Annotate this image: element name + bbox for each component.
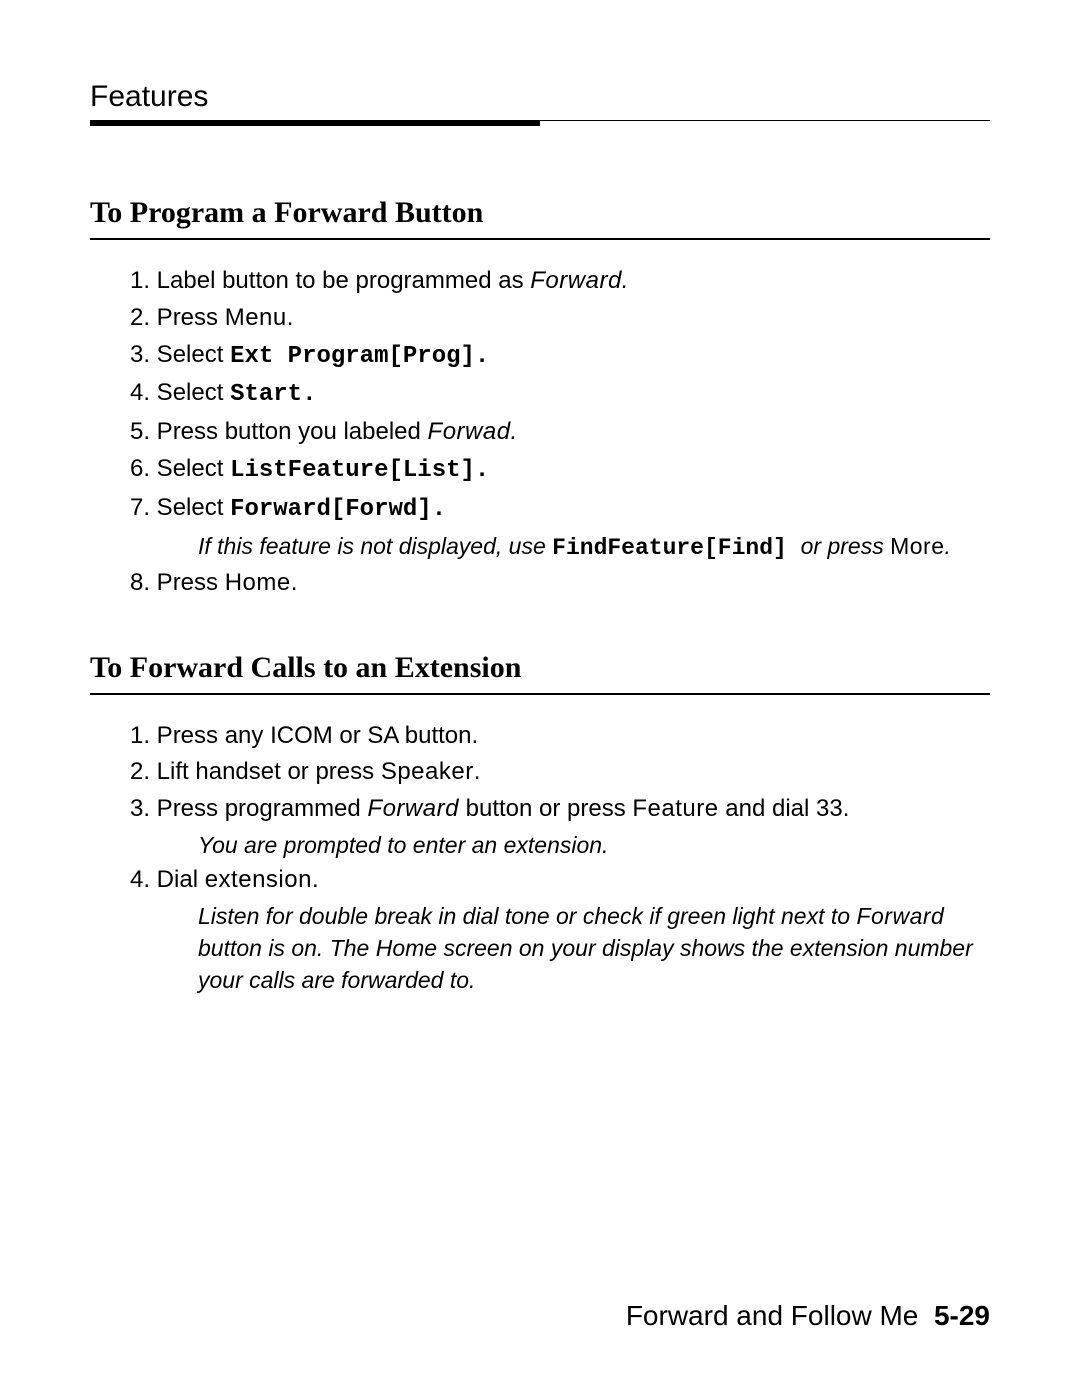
- list-item: 2. Lift handset or press Speaker.: [130, 755, 990, 790]
- footer-title: Forward and Follow Me: [626, 1300, 919, 1331]
- section-rule: [90, 238, 990, 240]
- list-item: 5. Press button you labeled Forwad.: [130, 415, 990, 450]
- list-item: 6. Select ListFeature[List].: [130, 452, 990, 489]
- list-item: 1. Press any ICOM or SA button.: [130, 719, 990, 754]
- steps-program-forward: 1. Label button to be programmed as Forw…: [130, 264, 990, 601]
- section-title-forward-extension: To Forward Calls to an Extension: [90, 651, 990, 685]
- steps-forward-extension: 1. Press any ICOM or SA button. 2. Lift …: [130, 719, 990, 997]
- list-item: 2. Press Menu.: [130, 301, 990, 336]
- page-footer: Forward and Follow Me 5-29: [626, 1300, 990, 1332]
- step-note: Listen for double break in dial tone or …: [164, 900, 990, 997]
- chapter-title: Features: [90, 80, 990, 114]
- list-item: 3. Press programmed Forward button or pr…: [130, 792, 990, 861]
- step-note: If this feature is not displayed, use Fi…: [164, 530, 990, 564]
- list-item: 3. Select Ext Program[Prog].: [130, 338, 990, 375]
- page-number: 5-29: [934, 1300, 990, 1331]
- list-item: 7. Select Forward[Forwd]. If this featur…: [130, 491, 990, 564]
- step-note: You are prompted to enter an extension.: [164, 829, 990, 861]
- list-item: 8. Press Home.: [130, 566, 990, 601]
- header-rule: [90, 120, 990, 126]
- list-item: 4. Select Start.: [130, 376, 990, 413]
- section-title-program-forward: To Program a Forward Button: [90, 196, 990, 230]
- list-item: 1. Label button to be programmed as Forw…: [130, 264, 990, 299]
- list-item: 4. Dial extension. Listen for double bre…: [130, 863, 990, 996]
- section-rule: [90, 693, 990, 695]
